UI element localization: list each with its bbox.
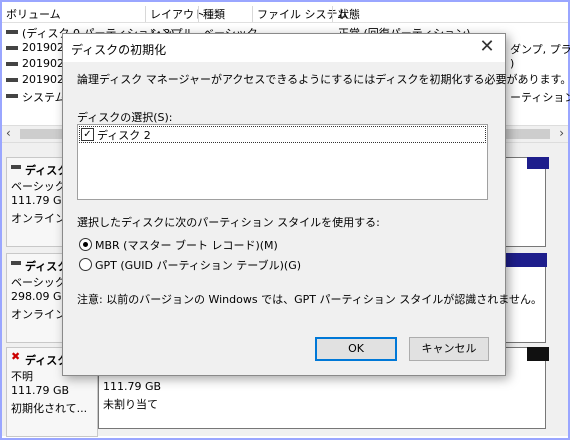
scroll-right-icon[interactable]: › <box>559 126 564 140</box>
volume-icon <box>6 30 18 34</box>
gpt-radio[interactable] <box>79 258 92 271</box>
partition-bar <box>527 157 549 169</box>
mbr-label[interactable]: MBR (マスター ブート レコード)(M) <box>95 237 278 253</box>
disk-list-item[interactable]: ✓ ディスク 2 <box>79 126 486 143</box>
column-type[interactable]: 種類 <box>203 6 225 22</box>
partition-bar <box>505 253 547 267</box>
disk-listbox[interactable]: ✓ ディスク 2 <box>77 124 488 200</box>
close-icon[interactable]: ✕ <box>475 36 499 58</box>
disk-checkbox[interactable]: ✓ <box>81 128 94 141</box>
dialog-message: 論理ディスク マネージャーがアクセスできるようにするにはディスクを初期化する必要… <box>77 73 570 86</box>
volume-list-header: ボリューム レイアウト 種類 ファイル システム 状態 <box>2 4 568 23</box>
gpt-label[interactable]: GPT (GUID パーティション テーブル)(G) <box>95 257 301 273</box>
column-status[interactable]: 状態 <box>338 6 360 22</box>
scroll-left-icon[interactable]: ‹ <box>6 126 11 140</box>
column-filesystem[interactable]: ファイル システム <box>257 6 348 22</box>
mbr-radio[interactable] <box>79 238 92 251</box>
column-layout[interactable]: レイアウト <box>150 6 205 22</box>
volume-icon <box>6 94 18 98</box>
volume-icon <box>6 78 18 82</box>
disk-item-label: ディスク 2 <box>97 129 151 142</box>
dialog-title: ディスクの初期化 <box>71 43 167 57</box>
partition-style-label: 選択したディスクに次のパーティション スタイルを使用する: <box>77 216 380 229</box>
volume-icon <box>6 62 18 66</box>
select-disk-label: ディスクの選択(S): <box>77 111 173 124</box>
ok-button[interactable]: OK <box>315 337 397 361</box>
column-volume[interactable]: ボリューム <box>6 6 61 22</box>
partition-bar <box>527 347 549 361</box>
dialog-titlebar: ディスクの初期化 ✕ <box>63 34 505 62</box>
disk-icon <box>11 165 21 169</box>
disk-icon <box>11 261 21 265</box>
compatibility-note: 注意: 以前のバージョンの Windows では、GPT パーティション スタイ… <box>77 293 542 306</box>
cancel-button[interactable]: キャンセル <box>409 337 489 361</box>
initialize-disk-dialog: ディスクの初期化 ✕ 論理ディスク マネージャーがアクセスできるようにするにはデ… <box>62 33 570 376</box>
warning-icon: ✖ <box>11 350 21 363</box>
volume-icon <box>6 46 18 50</box>
